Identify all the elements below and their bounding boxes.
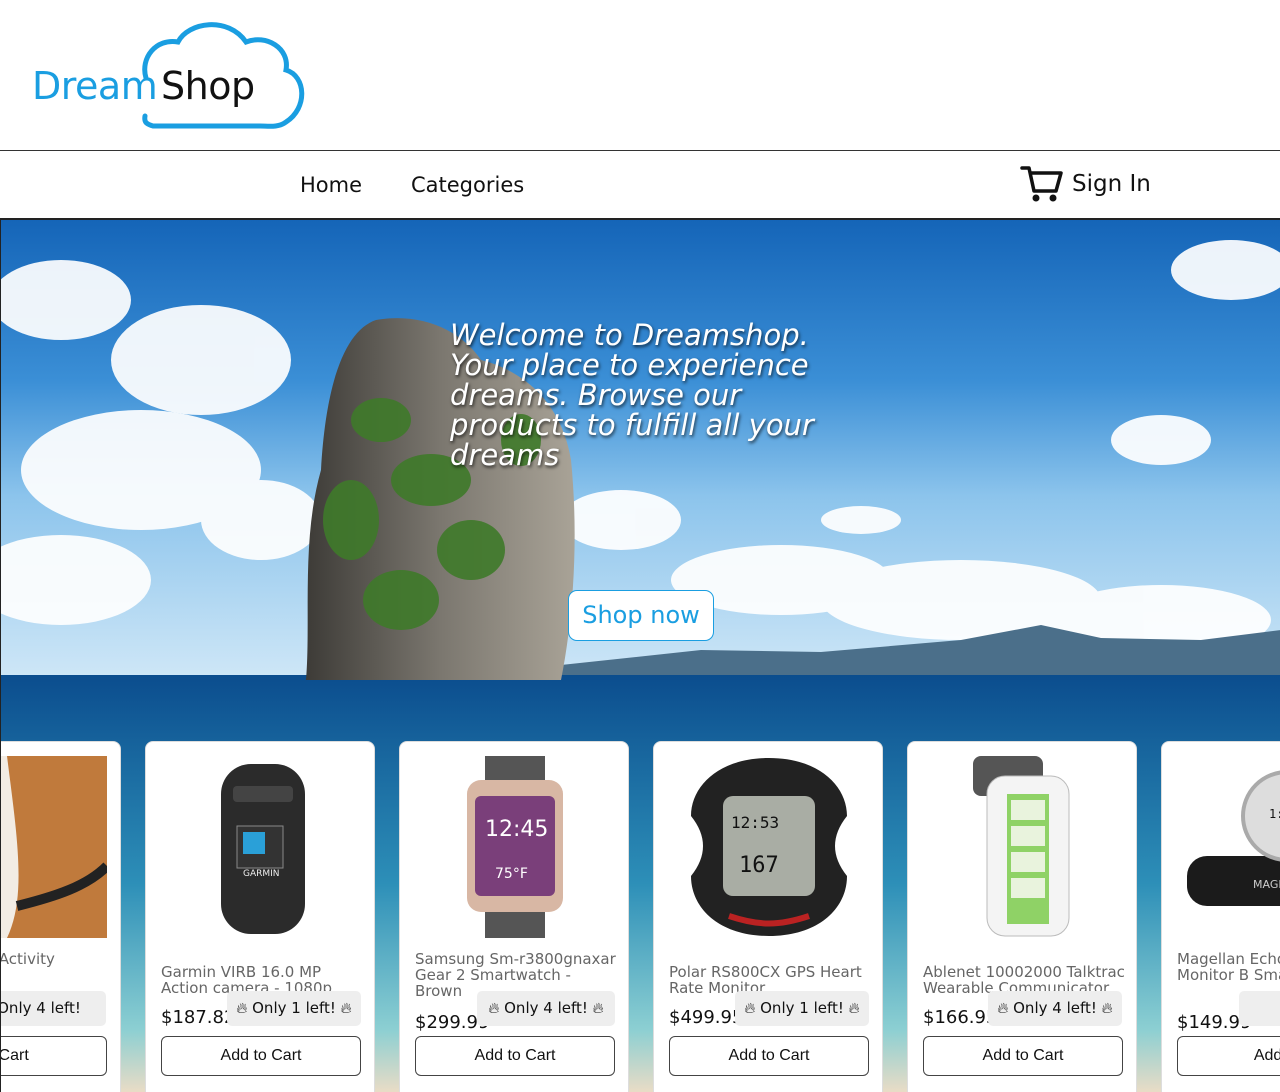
fire-icon: 🔥︎	[843, 999, 860, 1017]
svg-text:12:45: 12:45	[485, 817, 548, 842]
stock-badge: 🔥︎ O	[1239, 991, 1280, 1026]
product-image-talktrac-communicator	[973, 756, 1070, 937]
stock-badge: 🔥︎ Only 4 left! 🔥︎	[988, 991, 1122, 1026]
svg-text:1:02: 1:02	[1269, 807, 1280, 821]
add-to-cart-button[interactable]: Add to Cart	[923, 1036, 1123, 1076]
product-image-action-camera: GARMIN	[221, 764, 305, 934]
add-to-cart-button[interactable]: Add to Cart	[669, 1036, 869, 1076]
header: Dream Shop	[0, 0, 1280, 150]
product-price: $499.95	[669, 1007, 744, 1028]
fire-icon: 🔥︎	[744, 999, 761, 1017]
fire-icon: 🔥︎	[1096, 999, 1113, 1017]
svg-text:75°F: 75°F	[495, 866, 528, 882]
stock-badge: 🔥︎ Only 1 left! 🔥︎	[227, 991, 361, 1026]
fire-icon: 🔥︎	[587, 999, 604, 1017]
fire-icon: 🔥︎	[236, 999, 253, 1017]
product-title: Magellan Echo Rate Monitor B Smart ...	[1177, 950, 1280, 984]
product-card: 12:45 75°F Samsung Sm-r3800gnaxar Gear 2…	[399, 741, 629, 1092]
stock-badge: 🔥︎ Only 1 left! 🔥︎	[735, 991, 869, 1026]
product-price: $166.95	[923, 1007, 998, 1028]
product-card: 1:02 MAGEL Magellan Echo Rate Monitor B …	[1161, 741, 1280, 1092]
logo-text-dream: Dream	[32, 64, 158, 108]
add-to-cart-button[interactable]: Add to Cart	[161, 1036, 361, 1076]
add-to-cart-button[interactable]: Add to Cart	[415, 1036, 615, 1076]
add-to-cart-button[interactable]: o Cart	[1, 1036, 107, 1076]
stock-badge: Only 4 left!	[1, 991, 106, 1026]
product-card: Ablenet 10002000 Talktrac Wearable Commu…	[907, 741, 1137, 1092]
shopping-cart-icon[interactable]	[1020, 165, 1064, 205]
fire-icon: 🔥︎	[997, 999, 1014, 1017]
fire-icon: 🔥︎	[335, 999, 352, 1017]
product-image-heart-rate-strap: 1:02 MAGEL	[1187, 770, 1280, 906]
hero-banner: Welcome to Dreamshop. Your place to expe…	[0, 220, 1280, 1092]
add-to-cart-button[interactable]: Add to	[1177, 1036, 1280, 1076]
svg-text:167: 167	[739, 853, 779, 878]
svg-text:12:53: 12:53	[731, 813, 779, 832]
nav-categories[interactable]: Categories	[411, 173, 524, 197]
stock-badge: 🔥︎ Only 4 left! 🔥︎	[477, 991, 615, 1026]
shop-now-button[interactable]: Shop now	[568, 590, 714, 641]
sign-in-link[interactable]: Sign In	[1072, 171, 1151, 197]
main-nav: Home Categories Sign In	[0, 150, 1280, 220]
logo-text-shop: Shop	[161, 64, 255, 108]
svg-text:MAGEL: MAGEL	[1253, 878, 1280, 891]
product-image-smartwatch: 12:45 75°F	[467, 756, 563, 938]
product-card: 7541 reless Activity Only 4 left! o Cart	[0, 741, 121, 1092]
nav-home[interactable]: Home	[300, 173, 362, 197]
svg-text:GARMIN: GARMIN	[243, 869, 280, 879]
product-card: GARMIN Garmin VIRB 16.0 MP Action camera…	[145, 741, 375, 1092]
product-title: 7541 reless Activity	[0, 950, 55, 968]
dreamshop-logo[interactable]: Dream Shop	[28, 18, 308, 133]
fire-icon: 🔥︎	[488, 999, 505, 1017]
product-image-heart-rate-monitor: 12:53 167	[691, 758, 847, 936]
product-card: 12:53 167 Polar RS800CX GPS Heart Rate M…	[653, 741, 883, 1092]
product-price: $187.82	[161, 1007, 236, 1028]
hero-tagline: Welcome to Dreamshop. Your place to expe…	[450, 318, 814, 472]
product-image-dog-collar	[1, 756, 107, 938]
